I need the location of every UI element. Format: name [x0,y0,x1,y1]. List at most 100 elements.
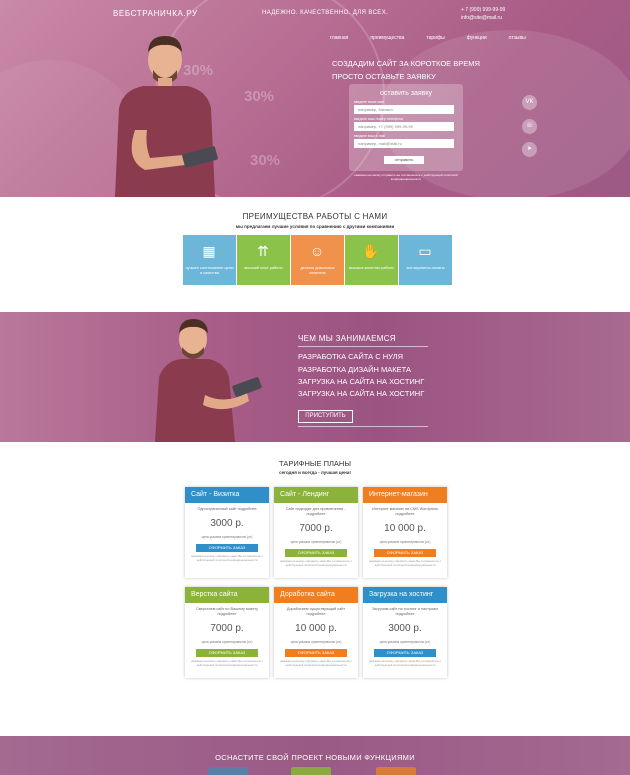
plan-price: 10 000 р. [384,523,426,534]
hero-headline: СОЗДАДИМ САЙТ ЗА КОРОТКОЕ ВРЕМЯ ПРОСТО О… [332,57,480,83]
growth-icon: ⇈ [257,243,269,259]
telegram-icon[interactable]: ➤ [522,142,537,157]
email-address[interactable]: info@site@mail.ru [461,14,505,22]
site-logo[interactable]: ВЕБСТРАНИЧКА.РУ [113,9,198,18]
advantage-card: ☺ десятки довольных клиентов [291,235,344,285]
whatsapp-icon[interactable]: ☏ [522,119,537,134]
price-note: цена указана ориентировочно (от) [290,540,342,544]
discount-ghost-text: 30% [250,152,281,169]
plan-price: 7000 р. [299,523,333,534]
order-button[interactable]: ОФОРМИТЬ ЗАКАЗ [196,649,258,657]
plan-name: Доработка сайта [274,587,358,603]
feature-icon [208,767,248,775]
plan-name: Верстка сайта [185,587,269,603]
payment-icon: ▭ [418,243,432,259]
price-note: цена указана ориентировочно (от) [290,640,342,644]
contacts: + 7 (999) 999-99-99 info@site@mail.ru [461,6,505,22]
plan-description: Сверстаем сайт по Вашему макету подробне… [195,607,259,616]
advantage-card: ✋ высокое качество работы [345,235,398,285]
order-button[interactable]: ОФОРМИТЬ ЗАКАЗ [374,549,436,557]
pricing-subtitle: сегодня и всегда - лучшая цена! [279,470,351,475]
submit-button[interactable]: отправить [384,156,424,164]
feature-icon [376,767,416,775]
plan-name: Интернет-магазин [363,487,447,503]
request-form: оставить заявку введите ваше имя наприме… [349,84,463,171]
hero-headline-main: СОЗДАДИМ САЙТ ЗА КОРОТКОЕ ВРЕМЯ [332,59,480,68]
clients-icon: ☺ [309,243,325,259]
plan-name: Загрузка на хостинг [363,587,447,603]
main-nav: главная преимущества тарифы функции отзы… [330,35,548,41]
services-title: ЧЕМ МЫ ЗАНИМАЕМСЯ [298,334,396,343]
service-item: РАЗРАБОТКА ДИЗАЙН МАКЕТА [298,365,412,374]
pricing-plan-card: Верстка сайта Сверстаем сайт по Вашему м… [185,587,269,678]
plan-price: 7000 р. [210,623,244,634]
pricing-title: ТАРИФНЫЕ ПЛАНЫ [279,459,351,468]
landing-page: 30% 30% 30% ВЕБСТРАНИЧКА.РУ НАДЕЖНО. КАЧ… [0,0,630,775]
order-button[interactable]: ОФОРМИТЬ ЗАКАЗ [374,649,436,657]
price-quality-icon: ▦ [202,243,216,259]
services-person-image [155,319,262,442]
nav-item-tariffs[interactable]: тарифы [426,35,444,41]
advantage-text: десятки довольных клиентов [300,266,335,275]
order-legal-note: нажимая на кнопку оформить заказ Вы согл… [191,659,264,667]
site-slogan: НАДЕЖНО. КАЧЕСТВЕННО. ДЛЯ ВСЕХ. [262,10,389,16]
plan-description: Доработаем существующий сайт подробнее [286,607,346,616]
nav-item-reviews[interactable]: отзывы [509,35,526,41]
advantage-card: ⇈ высокий опыт работы [237,235,290,285]
email-label: введите ваш e-mail [354,134,386,138]
hero-person-image [115,36,218,197]
divider [298,346,428,347]
advantage-text: все варианты оплаты [406,266,445,270]
start-button[interactable]: ПРИСТУПИТЬ [298,410,353,423]
form-title: оставить заявку [379,90,433,97]
price-note: цена указана ориентировочно (от) [201,535,253,539]
email-field[interactable]: например, mail@mail.ru [354,139,454,148]
quality-icon: ✋ [362,243,380,259]
divider [298,426,428,427]
hero-headline-sub: ПРОСТО ОСТАВЬТЕ ЗАЯВКУ [332,72,436,81]
plan-name: Сайт - Визитка [185,487,269,503]
plan-description: Загрузим сайт на хостинг и настроим подр… [372,607,438,616]
order-button[interactable]: ОФОРМИТЬ ЗАКАЗ [285,549,347,557]
order-legal-note: нажимая на кнопку оформить заказ Вы согл… [369,659,442,667]
price-note: цена указана ориентировочно (от) [379,640,431,644]
pricing-plan-card: Доработка сайта Доработаем существующий … [274,587,358,678]
advantage-card: ▦ лучшее соотношение цены и качества [183,235,236,285]
advantage-text: высокий опыт работы [244,266,283,270]
form-privacy-note: нажимая на кнопку отправить вы соглашает… [354,173,458,181]
advantages-subtitle: мы предлагаем лучшие условия по сравнени… [235,224,395,229]
phone-number[interactable]: + 7 (999) 999-99-99 [461,6,505,14]
order-legal-note: нажимая на кнопку оформить заказ Вы согл… [280,559,353,567]
discount-ghost-text: 30% [244,88,275,105]
order-legal-note: нажимая на кнопку оформить заказ Вы согл… [369,559,442,567]
nav-item-advantages[interactable]: преимущества [370,35,404,41]
plan-price: 3000 р. [210,518,244,529]
hero-section: 30% 30% 30% ВЕБСТРАНИЧКА.РУ НАДЕЖНО. КАЧ… [0,0,630,197]
advantage-text: высокое качество работы [348,266,395,270]
name-field[interactable]: например, Михаил [354,105,454,114]
service-item: ЗАГРУЗКА НА САЙТА НА ХОСТИНГ [298,389,425,398]
advantages-title: ПРЕИМУЩЕСТВА РАБОТЫ С НАМИ [242,212,388,221]
plan-price: 3000 р. [388,623,422,634]
nav-item-home[interactable]: главная [330,35,348,41]
order-button[interactable]: ОФОРМИТЬ ЗАКАЗ [196,544,258,552]
feature-icon [291,767,331,775]
order-legal-note: нажимая на кнопку оформить заказ Вы согл… [191,554,264,562]
nav-item-functions[interactable]: функции [467,35,487,41]
plan-name: Сайт - Лендинг [274,487,358,503]
plan-description: Сайт подходит для привлечения... подробн… [285,507,347,516]
features-section: ОСНАСТИТЕ СВОЙ ПРОЕКТ НОВЫМИ ФУНКЦИЯМИ [0,736,630,775]
features-title: ОСНАСТИТЕ СВОЙ ПРОЕКТ НОВЫМИ ФУНКЦИЯМИ [215,753,415,762]
price-note: цена указана ориентировочно (от) [201,640,253,644]
price-note: цена указана ориентировочно (от) [379,540,431,544]
advantage-card: ▭ все варианты оплаты [399,235,452,285]
service-item: РАЗРАБОТКА САЙТА С НУЛЯ [298,352,403,361]
vk-icon[interactable]: VK [522,95,537,110]
phone-label: введите ваш номер телефона [354,117,403,121]
plan-description: Одностраничный сайт подробнее [197,507,257,511]
pricing-plan-card: Сайт - Лендинг Сайт подходит для привлеч… [274,487,358,578]
order-button[interactable]: ОФОРМИТЬ ЗАКАЗ [285,649,347,657]
phone-field[interactable]: например, +7 (999) 999-99-99 [354,122,454,131]
order-legal-note: нажимая на кнопку оформить заказ Вы согл… [280,659,353,667]
plan-price: 10 000 р. [295,623,337,634]
